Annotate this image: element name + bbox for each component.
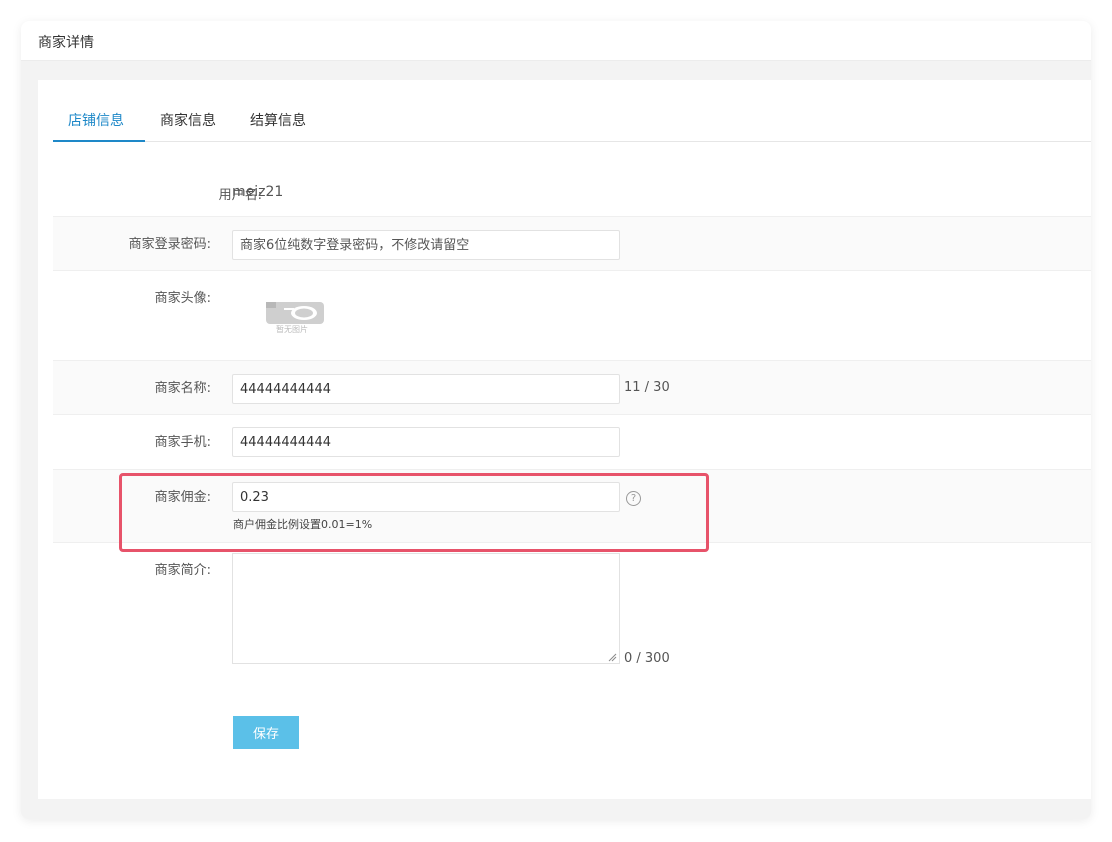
tab-bar: 店铺信息 商家信息 结算信息 — [53, 80, 1091, 142]
intro-textarea[interactable] — [232, 553, 620, 664]
tab-store-info[interactable]: 店铺信息 — [68, 110, 124, 130]
active-tab-indicator — [53, 140, 145, 142]
name-counter: 11 / 30 — [624, 380, 670, 395]
name-label: 商家名称: — [154, 381, 211, 396]
phone-label: 商家手机: — [154, 435, 211, 450]
avatar-label: 商家头像: — [154, 291, 211, 306]
tab-merchant-info[interactable]: 商家信息 — [160, 110, 216, 130]
form-row-phone: 商家手机: — [53, 415, 1091, 469]
phone-input[interactable] — [232, 427, 620, 457]
intro-counter: 0 / 300 — [624, 651, 670, 666]
resize-grip-icon[interactable] — [607, 652, 617, 662]
no-image-text: 暂无图片 — [276, 325, 308, 334]
password-input[interactable] — [232, 230, 620, 260]
save-button[interactable]: 保存 — [233, 716, 299, 749]
form-row-username: 用户名: meiz21 — [53, 166, 1091, 216]
highlight-box — [119, 473, 709, 552]
page-title: 商家详情 — [38, 35, 94, 51]
avatar-placeholder[interactable]: 暂无图片 — [262, 298, 330, 338]
panel-header: 商家详情 — [21, 21, 1091, 61]
tab-settlement-info[interactable]: 结算信息 — [250, 110, 306, 130]
form-row-avatar: 商家头像: — [53, 271, 1091, 360]
name-input[interactable] — [232, 374, 620, 404]
password-label: 商家登录密码: — [128, 237, 211, 252]
username-value: meiz21 — [232, 184, 284, 200]
intro-label: 商家简介: — [154, 563, 211, 578]
form-row-password: 商家登录密码: — [53, 216, 1091, 271]
form-row-name: 商家名称: 11 / 30 — [53, 360, 1091, 415]
